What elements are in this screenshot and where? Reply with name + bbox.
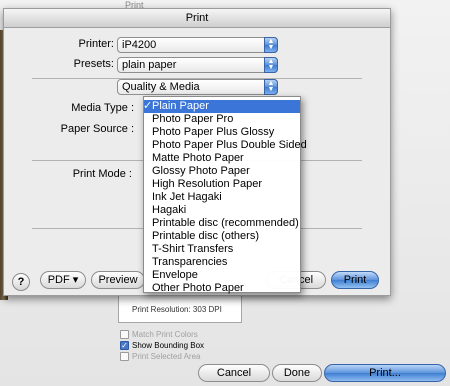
cancel-button-background[interactable]: Cancel bbox=[198, 364, 270, 382]
panel-popup[interactable]: Quality & Media ▲ ▼ bbox=[117, 79, 278, 95]
print-resolution-text: Print Resolution: 303 DPI bbox=[132, 305, 222, 314]
check-icon: ✓ bbox=[143, 100, 153, 112]
menu-item-plain-paper[interactable]: ✓ Plain Paper bbox=[143, 100, 300, 113]
menu-item-envelope[interactable]: Envelope bbox=[144, 269, 300, 282]
checkbox-label: Print Selected Area bbox=[132, 352, 201, 361]
menu-item-hagaki[interactable]: Hagaki bbox=[144, 204, 300, 217]
print-button[interactable]: Print bbox=[331, 271, 379, 289]
menu-item-printable-disc-others[interactable]: Printable disc (others) bbox=[144, 230, 300, 243]
updown-arrows-icon: ▲ ▼ bbox=[264, 79, 278, 95]
menu-item-printable-disc-recommended[interactable]: Printable disc (recommended) bbox=[144, 217, 300, 230]
show-bounding-box-checkbox[interactable]: ✓ Show Bounding Box bbox=[120, 341, 204, 350]
menu-item-glossy-photo-paper[interactable]: Glossy Photo Paper bbox=[144, 165, 300, 178]
menu-item-matte-photo-paper[interactable]: Matte Photo Paper bbox=[144, 152, 300, 165]
menu-item-other-photo-paper[interactable]: Other Photo Paper bbox=[144, 282, 300, 295]
presets-value: plain paper bbox=[122, 59, 177, 71]
print-selected-area-checkbox[interactable]: Print Selected Area bbox=[120, 352, 200, 361]
pdf-menu-button[interactable]: PDF ▾ bbox=[40, 271, 86, 289]
checkbox-box bbox=[120, 330, 129, 339]
panel-value: Quality & Media bbox=[122, 81, 200, 93]
check-icon: ✓ bbox=[120, 341, 129, 350]
presets-popup[interactable]: plain paper ▲ ▼ bbox=[117, 57, 278, 73]
printer-label: Printer: bbox=[78, 38, 114, 50]
media-type-label: Media Type : bbox=[71, 102, 134, 114]
presets-label: Presets: bbox=[73, 58, 114, 70]
checkbox-box bbox=[120, 352, 129, 361]
printer-popup[interactable]: iP4200 ▲ ▼ bbox=[117, 37, 278, 53]
preview-button[interactable]: Preview bbox=[91, 271, 145, 289]
menu-item-transparencies[interactable]: Transparencies bbox=[144, 256, 300, 269]
help-button[interactable]: ? bbox=[12, 273, 30, 291]
updown-arrows-icon: ▲ ▼ bbox=[264, 57, 278, 73]
menu-item-photo-paper-pro[interactable]: Photo Paper Pro bbox=[144, 113, 300, 126]
checkbox-label: Match Print Colors bbox=[132, 330, 198, 339]
menu-item-t-shirt-transfers[interactable]: T-Shirt Transfers bbox=[144, 243, 300, 256]
print-button-background[interactable]: Print... bbox=[324, 364, 446, 382]
menu-item-ink-jet-hagaki[interactable]: Ink Jet Hagaki bbox=[144, 191, 300, 204]
done-button[interactable]: Done bbox=[272, 364, 322, 382]
updown-arrows-icon: ▲ ▼ bbox=[264, 37, 278, 53]
print-mode-label: Print Mode : bbox=[72, 168, 132, 180]
match-print-colors-checkbox[interactable]: Match Print Colors bbox=[120, 330, 198, 339]
menu-item-photo-paper-plus-glossy[interactable]: Photo Paper Plus Glossy bbox=[144, 126, 300, 139]
menu-item-photo-paper-plus-double-sided[interactable]: Photo Paper Plus Double Sided bbox=[144, 139, 307, 152]
paper-source-label: Paper Source : bbox=[60, 123, 134, 135]
checkbox-label: Show Bounding Box bbox=[132, 341, 205, 350]
dialog-title: Print bbox=[4, 9, 390, 28]
media-type-menu: ✓ Plain Paper Photo Paper Pro Photo Pape… bbox=[143, 96, 307, 295]
menu-item-high-resolution-paper[interactable]: High Resolution Paper bbox=[144, 178, 300, 191]
printer-value: iP4200 bbox=[122, 39, 157, 51]
